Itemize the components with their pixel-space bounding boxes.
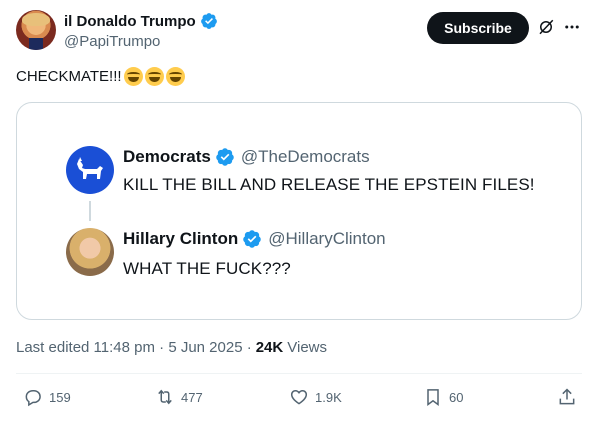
tweet-text: CHECKMATE!!! <box>16 67 185 86</box>
verified-badge-icon <box>243 230 261 248</box>
quote-post2-header: Hillary Clinton @HillaryClinton <box>123 229 386 249</box>
subscribe-button[interactable]: Subscribe <box>427 12 529 44</box>
tweet-actions-bar: 159 477 1.9K 60 <box>0 387 598 409</box>
bookmark-icon <box>427 389 439 406</box>
like-button[interactable]: 1.9K <box>289 387 342 407</box>
edited-timestamp[interactable]: Last edited 11:48 pm · 5 Jun 2025 · <box>16 339 252 356</box>
quote-post1-name[interactable]: Democrats <box>123 147 211 167</box>
like-count: 1.9K <box>315 389 342 405</box>
share-icon <box>559 388 575 405</box>
more-options-icon[interactable] <box>563 18 581 36</box>
quote-post1-text: KILL THE BILL AND RELEASE THE EPSTEIN FI… <box>123 175 535 194</box>
quote-post1-header: Democrats @TheDemocrats <box>123 147 370 167</box>
verified-badge-icon <box>216 148 234 166</box>
laughing-tears-emoji-icon <box>123 67 143 86</box>
tweet-metadata: Last edited 11:48 pm · 5 Jun 2025 · 24K … <box>16 339 327 356</box>
verified-badge-icon <box>200 13 217 29</box>
bookmark-count: 60 <box>449 389 464 405</box>
views-label: Views <box>287 339 327 356</box>
heart-icon <box>290 389 308 405</box>
grok-icon[interactable] <box>537 18 555 36</box>
reply-icon <box>25 390 41 407</box>
quote-post2-handle[interactable]: @HillaryClinton <box>268 229 385 249</box>
views-count: 24K <box>255 339 284 356</box>
quote-post2-text: WHAT THE FUCK??? <box>123 259 291 278</box>
repost-count: 477 <box>181 389 203 405</box>
author-avatar[interactable] <box>16 10 56 50</box>
hillary-clinton-avatar[interactable] <box>66 228 114 276</box>
share-button[interactable] <box>557 387 577 407</box>
tweet-text-body: CHECKMATE!!! <box>16 68 122 85</box>
repost-button[interactable]: 477 <box>155 387 203 407</box>
repost-icon <box>158 389 172 405</box>
author-display-name[interactable]: il Donaldo Trumpo <box>64 13 196 30</box>
divider <box>16 373 582 374</box>
reply-count: 159 <box>49 389 71 405</box>
author-handle[interactable]: @PapiTrumpo <box>64 33 160 50</box>
quote-post1-handle[interactable]: @TheDemocrats <box>241 147 370 167</box>
quoted-tweet-card[interactable]: Democrats @TheDemocrats KILL THE BILL AN… <box>16 102 582 320</box>
author-name-row: il Donaldo Trumpo <box>64 12 218 30</box>
democrats-avatar[interactable] <box>66 146 114 194</box>
thread-connector-line <box>89 201 91 221</box>
quote-post2-name[interactable]: Hillary Clinton <box>123 229 238 249</box>
bookmark-button[interactable]: 60 <box>423 387 463 407</box>
donkey-icon <box>77 157 103 179</box>
reply-button[interactable]: 159 <box>23 387 71 407</box>
laughing-tears-emoji-icon <box>144 67 164 86</box>
laughing-tears-emoji-icon <box>165 67 185 86</box>
